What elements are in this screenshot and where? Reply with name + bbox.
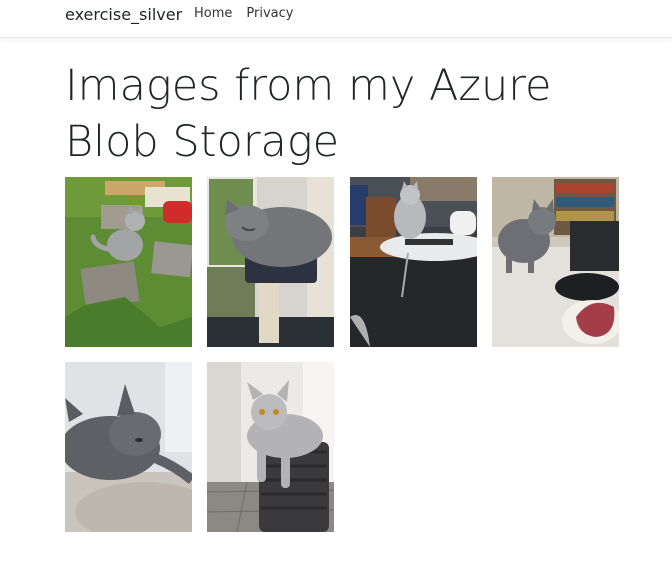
cat-photo-6[interactable]	[207, 362, 334, 532]
nav-links: Home Privacy	[194, 6, 293, 21]
cat-photo-4[interactable]	[492, 177, 619, 347]
page-title: Images from my Azure Blob Storage	[65, 61, 552, 167]
cat-photo-2[interactable]	[207, 177, 334, 347]
navbar: exercise_silver Home Privacy	[0, 0, 672, 38]
main-content: Images from my Azure Blob Storage	[65, 58, 625, 170]
brand-link[interactable]: exercise_silver	[65, 5, 182, 24]
cat-photo-5[interactable]	[65, 362, 192, 532]
nav-link-privacy[interactable]: Privacy	[246, 6, 293, 21]
nav-link-home[interactable]: Home	[194, 6, 232, 21]
cat-photo-3[interactable]	[350, 177, 477, 347]
cat-photo-1[interactable]	[65, 177, 192, 347]
